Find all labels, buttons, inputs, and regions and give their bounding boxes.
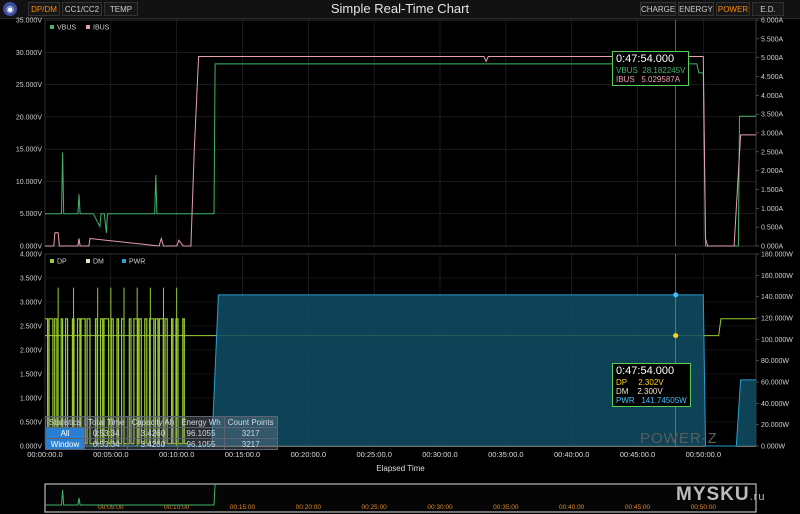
cursor-dm: DM 2.300V <box>616 387 663 396</box>
y-tick-left-label: 35.000V <box>16 18 42 25</box>
y-tick-left-label: 1.500V <box>20 372 43 379</box>
y-tick-left-label: 20.000V <box>16 114 42 121</box>
y-tick-left-label: 2.500V <box>20 324 43 331</box>
y-tick-right-label: 5.000A <box>761 55 784 62</box>
y-tick-right-label: 140.000W <box>761 294 793 301</box>
stats-header: Energy Wh <box>177 416 225 428</box>
y-tick-right-label: 0.000W <box>761 444 786 451</box>
x-tick-label: 00:45:00.0 <box>620 450 655 459</box>
y-tick-right-label: 3.500A <box>761 112 784 119</box>
overview-tick-label: 00:40:00 <box>559 504 585 511</box>
y-tick-left-label: 4.000V <box>20 252 43 259</box>
x-tick-label: 00:30:00.0 <box>422 450 457 459</box>
x-tick-label: 00:40:00.0 <box>554 450 589 459</box>
statistics-table: Statistics Total Time Capacity Ah Energy Wh… <box>44 416 278 450</box>
x-tick-label: 00:20:00.0 <box>291 450 326 459</box>
stats-cell: 96.1055 <box>177 427 225 439</box>
y-tick-right-label: 3.000A <box>761 131 784 138</box>
overview-tick-label: 00:20:00 <box>296 504 322 511</box>
y-tick-right-label: 5.500A <box>761 36 784 43</box>
y-tick-left-label: 0.000V <box>20 244 43 251</box>
y-tick-right-label: 40.000W <box>761 401 789 408</box>
cursor-pwr: PWR 141.74505W <box>616 396 687 405</box>
cursor-dot-dp <box>673 333 679 339</box>
x-tick-label: 00:35:00.0 <box>488 450 523 459</box>
cursor-vbus: VBUS 28.182245V <box>616 66 686 75</box>
x-tick-label: 00:15:00.0 <box>225 450 260 459</box>
y-tick-left-label: 3.000V <box>20 300 43 307</box>
legend-label-dp: DP <box>57 259 67 266</box>
y-tick-right-label: 80.000W <box>761 358 789 365</box>
stats-cell: 0:53:34 <box>84 438 129 450</box>
stats-header: Total Time <box>84 416 129 428</box>
y-tick-right-label: 20.000W <box>761 422 789 429</box>
cursor-time: 0:47:54.000 <box>616 53 675 65</box>
stats-row-label: All <box>44 427 86 439</box>
stats-header: Capacity Ah <box>127 416 179 428</box>
x-tick-label: 00:00:00.0 <box>27 450 62 459</box>
y-tick-left-label: 0.500V <box>20 420 43 427</box>
y-tick-right-label: 100.000W <box>761 337 793 344</box>
y-tick-right-label: 4.000A <box>761 93 784 100</box>
y-tick-left-label: 30.000V <box>16 50 42 57</box>
legend-label-pwr: PWR <box>129 259 145 266</box>
y-tick-right-label: 180.000W <box>761 252 793 259</box>
y-tick-right-label: 0.500A <box>761 225 784 232</box>
stats-cell: 3217 <box>223 438 278 450</box>
legend-swatch <box>86 259 90 263</box>
stats-row[interactable]: Window 0:53:34 3.4260 96.1055 3217 <box>44 438 278 450</box>
y-tick-right-label: 60.000W <box>761 380 789 387</box>
x-tick-label: 00:50:00.0 <box>686 450 721 459</box>
y-tick-left-label: 3.500V <box>20 276 43 283</box>
stats-row[interactable]: All 0:53:34 3.4260 96.1055 3217 <box>44 427 278 439</box>
stats-cell: 3.4260 <box>127 438 179 450</box>
overview-tick-label: 00:30:00 <box>427 504 453 511</box>
cursor-dp: DP 2.302V <box>616 378 664 387</box>
stats-cell: 0:53:34 <box>84 427 129 439</box>
y-tick-right-label: 6.000A <box>761 18 784 25</box>
stats-cell: 96.1055 <box>177 438 225 450</box>
stats-cell: 3.4260 <box>127 427 179 439</box>
cursor-dot-pwr <box>673 292 679 298</box>
y-tick-left-label: 10.000V <box>16 179 42 186</box>
site-watermark: MYSKU.ru <box>676 484 766 505</box>
stats-header: Count Points <box>223 416 278 428</box>
y-tick-right-label: 2.000A <box>761 168 784 175</box>
legend-swatch <box>86 25 90 29</box>
overview-tick-label: 00:25:00 <box>362 504 388 511</box>
y-tick-right-label: 2.500A <box>761 149 784 156</box>
y-tick-left-label: 2.000V <box>20 348 43 355</box>
y-tick-left-label: 5.000V <box>20 211 43 218</box>
y-tick-right-label: 120.000W <box>761 316 793 323</box>
cursor-tooltip-bottom: 0:47:54.000 DP 2.302V DM 2.300V PWR 141.… <box>612 363 691 407</box>
y-tick-left-label: 1.000V <box>20 396 43 403</box>
overview-tick-label: 00:15:00 <box>230 504 256 511</box>
y-tick-left-label: 25.000V <box>16 82 42 89</box>
overview-tick-label: 00:45:00 <box>625 504 651 511</box>
y-tick-right-label: 4.500A <box>761 74 784 81</box>
power-z-watermark: POWER-Z <box>640 430 718 447</box>
x-tick-label: 00:05:00.0 <box>93 450 128 459</box>
y-tick-right-label: 1.500A <box>761 187 784 194</box>
legend-label-dm: DM <box>93 259 104 266</box>
y-tick-right-label: 160.000W <box>761 273 793 280</box>
y-tick-right-label: 1.000A <box>761 206 784 213</box>
legend-swatch <box>122 259 126 263</box>
x-axis-label: Elapsed Time <box>376 464 425 473</box>
y-tick-left-label: 15.000V <box>16 147 42 154</box>
y-tick-right-label: 0.000A <box>761 244 784 251</box>
legend-label-vbus: VBUS <box>57 25 76 32</box>
overview-tick-label: 00:35:00 <box>493 504 519 511</box>
legend-swatch <box>50 259 54 263</box>
cursor-ibus: IBUS 5.029587A <box>616 75 681 84</box>
stats-row-label: Window <box>44 438 86 450</box>
legend-label-ibus: IBUS <box>93 25 110 32</box>
x-tick-label: 00:25:00.0 <box>356 450 391 459</box>
stats-cell: 3217 <box>223 427 278 439</box>
cursor-tooltip-top: 0:47:54.000 VBUS 28.182245V IBUS 5.02958… <box>612 51 690 86</box>
stats-header: Statistics <box>44 416 86 428</box>
legend-swatch <box>50 25 54 29</box>
x-tick-label: 00:10:00.0 <box>159 450 194 459</box>
cursor-time-2: 0:47:54.000 <box>616 365 675 377</box>
